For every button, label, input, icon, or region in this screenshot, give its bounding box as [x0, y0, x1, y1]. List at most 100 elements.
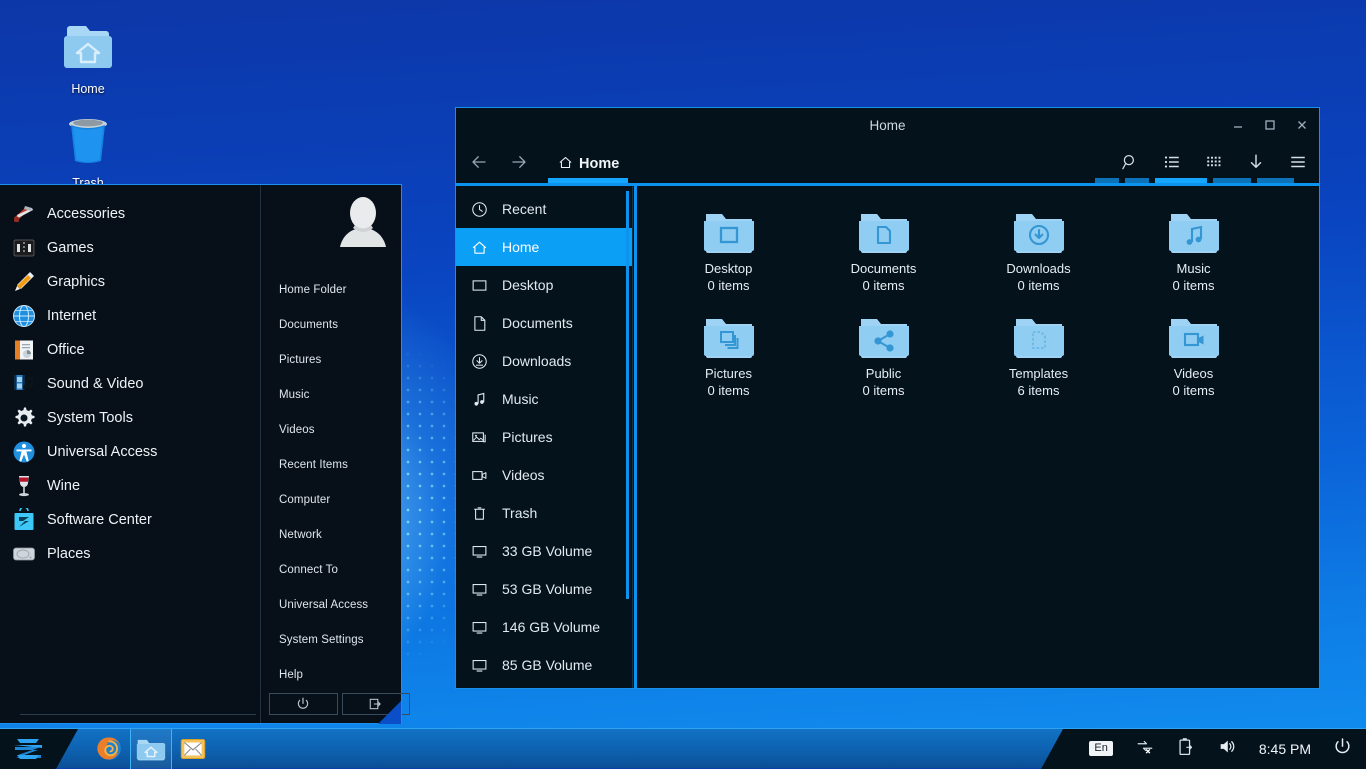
places-item-videos[interactable]: Videos	[279, 424, 401, 436]
search-icon[interactable]	[1121, 153, 1139, 176]
sidebar-item-music[interactable]: Music	[456, 380, 632, 418]
menu-item-system-tools[interactable]: System Tools	[0, 401, 260, 435]
places-item-pictures[interactable]: Pictures	[279, 354, 401, 366]
menu-item-label: Internet	[47, 308, 96, 324]
places-item-home-folder[interactable]: Home Folder	[279, 284, 401, 296]
menu-item-wine[interactable]: Wine	[0, 469, 260, 503]
gear-icon	[11, 405, 37, 431]
file-item-downloads[interactable]: Downloads 0 items	[961, 204, 1116, 293]
folder-public-icon	[806, 309, 961, 361]
desktop-icon-home[interactable]: Home	[40, 18, 136, 96]
desktop-icon-label: Home	[40, 82, 136, 96]
sidebar-item-volume-33gb[interactable]: 33 GB Volume	[456, 532, 632, 570]
file-name: Public	[806, 366, 961, 381]
menu-item-places[interactable]: Places	[0, 537, 260, 571]
launcher-mail[interactable]	[172, 729, 214, 769]
network-disconnected-icon[interactable]	[1135, 737, 1155, 760]
file-item-music[interactable]: Music 0 items	[1116, 204, 1271, 293]
application-menu-panel[interactable]: Accessories Games Graphic	[0, 184, 402, 724]
trash-icon	[470, 504, 488, 522]
places-item-connect-to[interactable]: Connect To	[279, 564, 401, 576]
file-item-templates[interactable]: Templates 6 items	[961, 309, 1116, 398]
start-button[interactable]	[0, 729, 56, 769]
sidebar-item-label: Videos	[502, 467, 545, 483]
file-item-desktop[interactable]: Desktop 0 items	[651, 204, 806, 293]
sidebar-scrollbar[interactable]	[626, 191, 629, 599]
places-item-documents[interactable]: Documents	[279, 319, 401, 331]
places-item-computer[interactable]: Computer	[279, 494, 401, 506]
places-item-music[interactable]: Music	[279, 389, 401, 401]
document-chart-icon	[11, 337, 37, 363]
places-item-help[interactable]: Help	[279, 669, 401, 681]
menu-icon[interactable]	[1289, 153, 1307, 176]
back-button[interactable]	[470, 153, 488, 176]
file-item-videos[interactable]: Videos 0 items	[1116, 309, 1271, 398]
menu-item-office[interactable]: Office	[0, 333, 260, 367]
file-item-documents[interactable]: Documents 0 items	[806, 204, 961, 293]
file-grid[interactable]: Desktop 0 items Documents 0 items	[637, 186, 1319, 688]
minimize-icon[interactable]	[1231, 118, 1245, 132]
forward-button[interactable]	[510, 153, 528, 176]
file-item-pictures[interactable]: Pictures 0 items	[651, 309, 806, 398]
sidebar-item-desktop[interactable]: Desktop	[456, 266, 632, 304]
launcher-file-manager[interactable]	[130, 729, 172, 769]
window-titlebar[interactable]: Home	[456, 108, 1319, 142]
taskbar-launchers	[88, 729, 214, 769]
sidebar-item-downloads[interactable]: Downloads	[456, 342, 632, 380]
power-icon[interactable]	[1333, 737, 1352, 761]
menu-item-games[interactable]: Games	[0, 231, 260, 265]
keyboard-layout-indicator[interactable]: En	[1089, 741, 1112, 756]
breadcrumb[interactable]: Home	[558, 155, 619, 174]
file-item-public[interactable]: Public 0 items	[806, 309, 961, 398]
menu-item-software-center[interactable]: Software Center	[0, 503, 260, 537]
sort-down-icon[interactable]	[1247, 153, 1265, 176]
sidebar-item-volume-85gb[interactable]: 85 GB Volume	[456, 646, 632, 684]
file-name: Templates	[961, 366, 1116, 381]
menu-item-universal-access[interactable]: Universal Access	[0, 435, 260, 469]
close-icon[interactable]	[1295, 118, 1309, 132]
sidebar-item-trash[interactable]: Trash	[456, 494, 632, 532]
clock[interactable]: 8:45 PM	[1259, 741, 1311, 757]
menu-item-internet[interactable]: Internet	[0, 299, 260, 333]
sidebar-item-videos[interactable]: Videos	[456, 456, 632, 494]
places-item-network[interactable]: Network	[279, 529, 401, 541]
sidebar-item-label: Downloads	[502, 353, 571, 369]
sidebar-item-volume-53gb[interactable]: 53 GB Volume	[456, 570, 632, 608]
places-item-recent-items[interactable]: Recent Items	[279, 459, 401, 471]
volume-icon[interactable]	[1217, 737, 1237, 761]
avatar[interactable]	[333, 195, 401, 262]
menu-item-graphics[interactable]: Graphics	[0, 265, 260, 299]
sidebar-item-home[interactable]: Home	[456, 228, 632, 266]
menu-item-label: Universal Access	[47, 444, 157, 460]
window-title: Home	[869, 118, 905, 133]
file-item-count: 0 items	[961, 278, 1116, 293]
folder-pictures-icon	[651, 309, 806, 361]
maximize-icon[interactable]	[1263, 118, 1277, 132]
taskbar[interactable]: En 8:45 PM	[0, 728, 1366, 768]
file-name: Videos	[1116, 366, 1271, 381]
sidebar-divider[interactable]	[632, 186, 637, 688]
places-item-system-settings[interactable]: System Settings	[279, 634, 401, 646]
places-item-universal-access[interactable]: Universal Access	[279, 599, 401, 611]
shutdown-button[interactable]	[269, 693, 338, 715]
menu-item-sound-video[interactable]: Sound & Video	[0, 367, 260, 401]
accessibility-icon	[11, 439, 37, 465]
grid-view-icon[interactable]	[1205, 153, 1223, 176]
sidebar-item-pictures[interactable]: Pictures	[456, 418, 632, 456]
file-manager-window[interactable]: Home Home	[455, 107, 1320, 689]
menu-item-label: Wine	[47, 478, 80, 494]
menu-item-accessories[interactable]: Accessories	[0, 197, 260, 231]
wine-glass-icon	[11, 473, 37, 499]
launcher-firefox[interactable]	[88, 729, 130, 769]
zorin-logo-icon	[10, 736, 46, 762]
music-note-icon	[470, 390, 488, 408]
desktop-icon-trash[interactable]: Trash	[40, 112, 136, 190]
sidebar-item-documents[interactable]: Documents	[456, 304, 632, 342]
removable-device-icon[interactable]	[1177, 737, 1195, 761]
sidebar-item-recent[interactable]: Recent	[456, 190, 632, 228]
file-manager-sidebar[interactable]: Recent Home Desktop Documents	[456, 186, 632, 688]
toolbar-tools	[1121, 153, 1307, 176]
list-view-icon[interactable]	[1163, 153, 1181, 176]
sidebar-item-volume-146gb[interactable]: 146 GB Volume	[456, 608, 632, 646]
folder-templates-icon	[961, 309, 1116, 361]
